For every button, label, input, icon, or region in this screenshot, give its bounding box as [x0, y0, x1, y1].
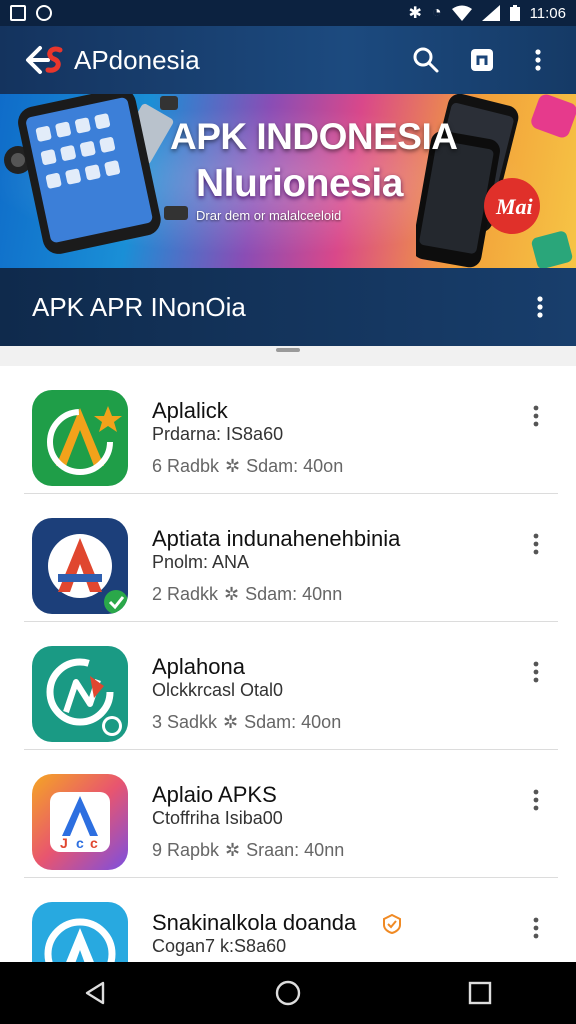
- more-vert-icon: [533, 533, 539, 555]
- more-vert-icon: [535, 49, 541, 71]
- toolbar-title: APdonesia: [74, 44, 200, 75]
- app-rating: 2 Radkk: [152, 584, 219, 604]
- sheet-handle-area: [0, 346, 576, 366]
- app-size: Sdam: 40on: [244, 712, 342, 732]
- status-bar: ✱ ◔ 11:06: [0, 0, 576, 26]
- nav-recents-button[interactable]: [450, 963, 510, 1023]
- banner-title: APK INDONESIA: [170, 116, 458, 157]
- gear-icon: ✲: [224, 584, 240, 604]
- nav-back-button[interactable]: [66, 963, 126, 1023]
- gear-icon: ✲: [223, 712, 239, 732]
- app-icon: [32, 390, 128, 486]
- back-arrow-icon: [26, 46, 63, 74]
- more-vert-icon: [533, 405, 539, 427]
- app-meta: 9 Rapbk ✲ Sraan: 40nn: [152, 840, 344, 861]
- signal-icon: [481, 5, 500, 21]
- more-vert-icon: [533, 661, 539, 683]
- svg-text:c: c: [76, 835, 84, 851]
- system-nav-bar: [0, 962, 576, 1024]
- notification-icon: [10, 5, 26, 21]
- app-name: Aptiata indunahenehbinia: [152, 526, 401, 551]
- battery-icon: [509, 5, 520, 21]
- share-button[interactable]: [454, 32, 510, 88]
- banner-subtitle: Nlurionesia: [196, 162, 403, 205]
- whatsapp-icon: [36, 5, 52, 21]
- list-item[interactable]: Aplalick Prdarna: IS8a60 6 Radbk ✲ Sdam:…: [0, 366, 576, 494]
- more-vert-icon: [537, 296, 543, 318]
- app-developer: Olckkrcasl Otal0: [152, 680, 284, 700]
- section-more-button[interactable]: [512, 279, 568, 335]
- share-icon: [471, 49, 493, 71]
- promo-banner[interactable]: Mai APK INDONESIA Nlurionesia Drar dem o…: [0, 94, 576, 268]
- alarm-icon: ◔: [431, 4, 442, 21]
- gear-icon: ✲: [225, 840, 241, 860]
- svg-text:c: c: [90, 835, 98, 851]
- app-size: Sraan: 40nn: [246, 840, 345, 860]
- app-developer: Ctoffriha Isiba00: [152, 808, 283, 828]
- bluetooth-icon: ✱: [408, 5, 422, 22]
- item-more-button[interactable]: [520, 784, 552, 816]
- app-size: Sdam: 40nn: [245, 584, 343, 604]
- svg-text:Mai: Mai: [495, 194, 534, 219]
- app-developer: Pnolm: ANA: [152, 552, 250, 572]
- app-meta: 6 Radbk ✲ Sdam: 40on: [152, 456, 343, 477]
- app-meta: 2 Radkk ✲ Sdam: 40nn: [152, 584, 342, 605]
- app-rating: 9 Rapbk: [152, 840, 220, 860]
- search-button[interactable]: [398, 32, 454, 88]
- recents-nav-icon: [468, 981, 492, 1005]
- back-button[interactable]: [20, 36, 68, 84]
- more-options-button[interactable]: [510, 32, 566, 88]
- more-vert-icon: [533, 917, 539, 939]
- app-meta: 3 Sadkk ✲ Sdam: 40on: [152, 712, 341, 733]
- app-name: Aplaio APKS: [152, 782, 277, 807]
- app-rating: 6 Radbk: [152, 456, 220, 476]
- more-vert-icon: [533, 789, 539, 811]
- nav-home-button[interactable]: [258, 963, 318, 1023]
- list-item[interactable]: Aptiata indunahenehbinia Pnolm: ANA 2 Ra…: [0, 494, 576, 622]
- app-icon: [32, 902, 128, 962]
- back-nav-icon: [85, 981, 105, 1005]
- item-more-button[interactable]: [520, 656, 552, 688]
- list-item[interactable]: Snakinalkola doanda Cogan7 k:S8a60: [0, 878, 576, 962]
- search-icon: [413, 47, 439, 73]
- app-toolbar: APdonesia: [0, 26, 576, 94]
- banner-tagline: Drar dem or malalceeloid: [196, 208, 342, 223]
- svg-text:J: J: [60, 835, 68, 851]
- home-nav-icon: [275, 980, 301, 1006]
- gear-icon: ✲: [225, 456, 241, 476]
- app-developer: Cogan7 k:S8a60: [152, 936, 287, 956]
- status-time: 11:06: [529, 4, 566, 22]
- list-item[interactable]: J c c Aplaio APKS Ctoffriha Isiba00 9 Ra…: [0, 750, 576, 878]
- app-icon: [32, 646, 128, 742]
- app-name: Aplalick: [152, 398, 228, 423]
- app-developer: Prdarna: IS8a60: [152, 424, 284, 444]
- verified-badge-icon: [382, 913, 402, 939]
- item-more-button[interactable]: [520, 912, 552, 944]
- list-item[interactable]: Aplahona Olckkrcasl Otal0 3 Sadkk ✲ Sdam…: [0, 622, 576, 750]
- app-icon: [32, 518, 128, 614]
- wifi-icon: [451, 5, 472, 21]
- app-icon: J c c: [32, 774, 128, 870]
- app-size: Sdam: 40on: [246, 456, 344, 476]
- item-more-button[interactable]: [520, 528, 552, 560]
- app-list: Aplalick Prdarna: IS8a60 6 Radbk ✲ Sdam:…: [0, 366, 576, 962]
- drag-handle[interactable]: [276, 348, 300, 352]
- app-name: Aplahona: [152, 654, 245, 679]
- section-header: APK APR INonOia: [0, 268, 576, 346]
- app-name: Snakinalkola doanda: [152, 910, 357, 935]
- section-title: APK APR INonOia: [32, 291, 246, 322]
- app-rating: 3 Sadkk: [152, 712, 218, 732]
- item-more-button[interactable]: [520, 400, 552, 432]
